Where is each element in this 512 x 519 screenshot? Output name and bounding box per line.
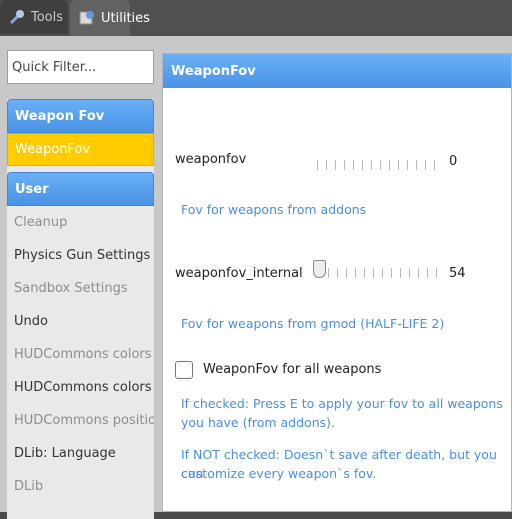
settings-panel: WeaponFov weaponfov 0 Fov for weapons fr… xyxy=(162,53,512,512)
category-header-user[interactable]: User xyxy=(7,172,154,206)
weaponfov-internal-value: 54 xyxy=(449,266,466,281)
category-header-weapon-fov[interactable]: Weapon Fov xyxy=(7,99,154,133)
settings-icon xyxy=(78,9,96,27)
weaponfov-internal-label: weaponfov_internal xyxy=(175,266,303,281)
list-item[interactable]: HUDCommons colors xyxy=(7,338,154,371)
wrench-icon xyxy=(8,8,26,26)
list-item[interactable]: Undo xyxy=(7,305,154,338)
weaponfov-internal-slider[interactable] xyxy=(313,260,443,284)
info-line-2: you have (from addons). xyxy=(181,415,335,430)
list-item[interactable]: Sandbox Settings xyxy=(7,272,154,305)
info-line-1: If checked: Press E to apply your fov to… xyxy=(181,396,503,411)
category-list: Weapon Fov WeaponFov User Cleanup Physic… xyxy=(7,99,154,519)
weaponfov-row: weaponfov xyxy=(175,152,246,167)
weaponfov-internal-row: weaponfov_internal xyxy=(175,266,303,281)
weaponfov-help: Fov for weapons from addons xyxy=(181,202,367,217)
list-item[interactable]: DLib: Language xyxy=(7,437,154,470)
weaponfov-label: weaponfov xyxy=(175,152,247,167)
panel-title: WeaponFov xyxy=(163,54,511,88)
info-line-4: customize every weapon`s fov. xyxy=(181,466,377,481)
list-item[interactable]: DLib xyxy=(7,470,154,503)
slider-track xyxy=(319,268,443,278)
slider-knob[interactable] xyxy=(313,260,326,278)
list-item[interactable]: Physics Gun Settings xyxy=(7,239,154,272)
list-item[interactable]: HUDCommons colors 2 xyxy=(7,371,154,404)
weaponfov-slider[interactable] xyxy=(317,152,441,176)
all-weapons-label: WeaponFov for all weapons xyxy=(203,362,382,377)
quick-filter-input[interactable] xyxy=(7,50,154,84)
tab-tools[interactable]: Tools xyxy=(0,0,68,34)
list-item-weaponfov[interactable]: WeaponFov xyxy=(7,133,154,166)
slider-track xyxy=(317,160,441,170)
list-item[interactable]: HUDCommons position... xyxy=(7,404,154,437)
list-item[interactable]: Cleanup xyxy=(7,206,154,239)
main-frame: Weapon Fov WeaponFov User Cleanup Physic… xyxy=(0,36,512,519)
tab-utilities[interactable]: Utilities xyxy=(70,0,150,36)
tab-bar: Tools Utilities xyxy=(0,0,512,36)
tab-tools-label: Tools xyxy=(31,9,64,25)
all-weapons-checkbox[interactable] xyxy=(175,361,193,379)
weaponfov-internal-help: Fov for weapons from gmod (HALF-LIFE 2) xyxy=(181,316,445,331)
weaponfov-value: 0 xyxy=(449,154,458,169)
tab-utilities-label: Utilities xyxy=(101,10,150,26)
